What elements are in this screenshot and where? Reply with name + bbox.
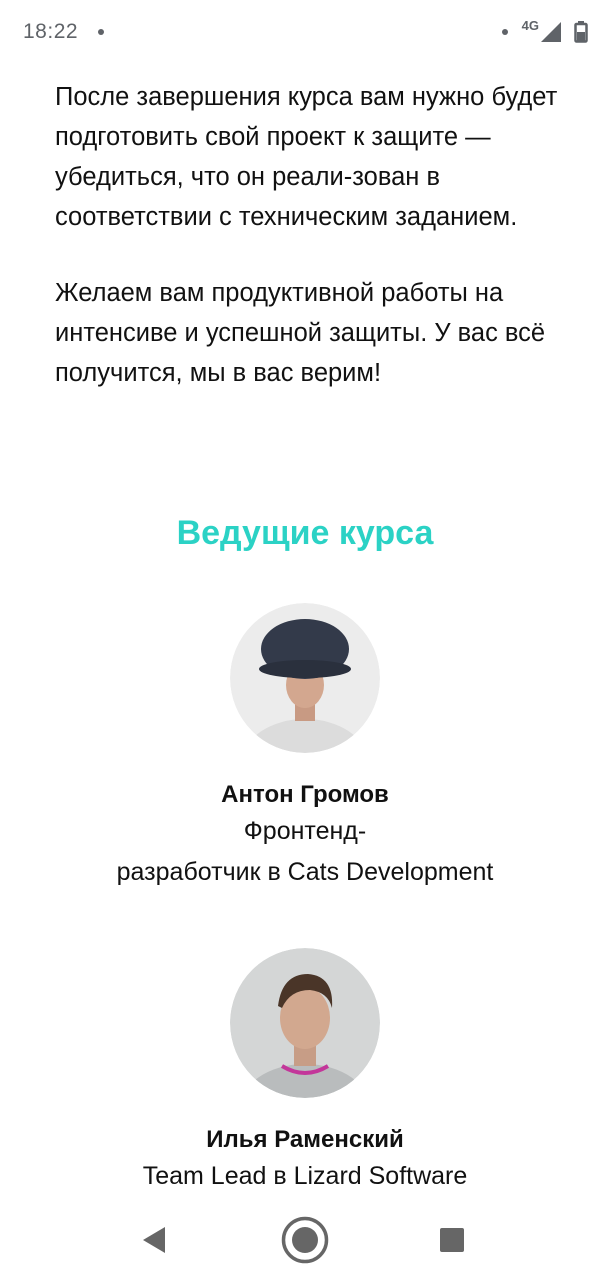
system-navigation-bar	[0, 1200, 610, 1280]
recents-icon[interactable]	[439, 1227, 465, 1253]
section-title: Ведущие курса	[176, 514, 434, 552]
status-left: 18:22	[23, 20, 105, 44]
host-role-line: разработчик в Cats Development	[116, 858, 494, 886]
host-role: Team Lead в Lizard Software	[0, 1156, 610, 1197]
wishes-paragraph: Желаем вам продуктивной работы на интенс…	[55, 279, 546, 387]
network-type-label: 4G	[521, 17, 539, 33]
host-name: Илья Раменский	[206, 1126, 404, 1153]
description-paragraph: После завершения курса вам нужно будет п…	[55, 83, 558, 231]
host-role-line: Team Lead в Lizard Software	[142, 1162, 468, 1190]
status-time: 18:22	[23, 20, 79, 43]
host-avatar	[230, 603, 380, 753]
status-right: 4G	[501, 17, 588, 43]
notification-dot-icon	[98, 29, 105, 35]
host-role: Фронтенд- разработчик в Cats Development	[0, 811, 610, 893]
host-card: Антон Громов Фронтенд- разработчик в Cat…	[0, 603, 610, 893]
course-description: После завершения курса вам нужно будет п…	[55, 77, 565, 393]
home-icon[interactable]	[280, 1215, 330, 1265]
signal-icon	[541, 22, 561, 42]
status-dot-icon	[501, 29, 508, 35]
host-avatar	[230, 948, 380, 1098]
host-name: Антон Громов	[221, 781, 389, 808]
host-role-line: Фронтенд-	[243, 817, 367, 845]
status-bar: 18:22 4G	[0, 0, 610, 64]
screen: 18:22 4G После завершения курса вам нужн…	[0, 0, 610, 1280]
host-card: Илья Раменский Team Lead в Lizard Softwa…	[0, 948, 610, 1197]
battery-icon	[574, 21, 588, 43]
back-icon[interactable]	[141, 1225, 167, 1255]
